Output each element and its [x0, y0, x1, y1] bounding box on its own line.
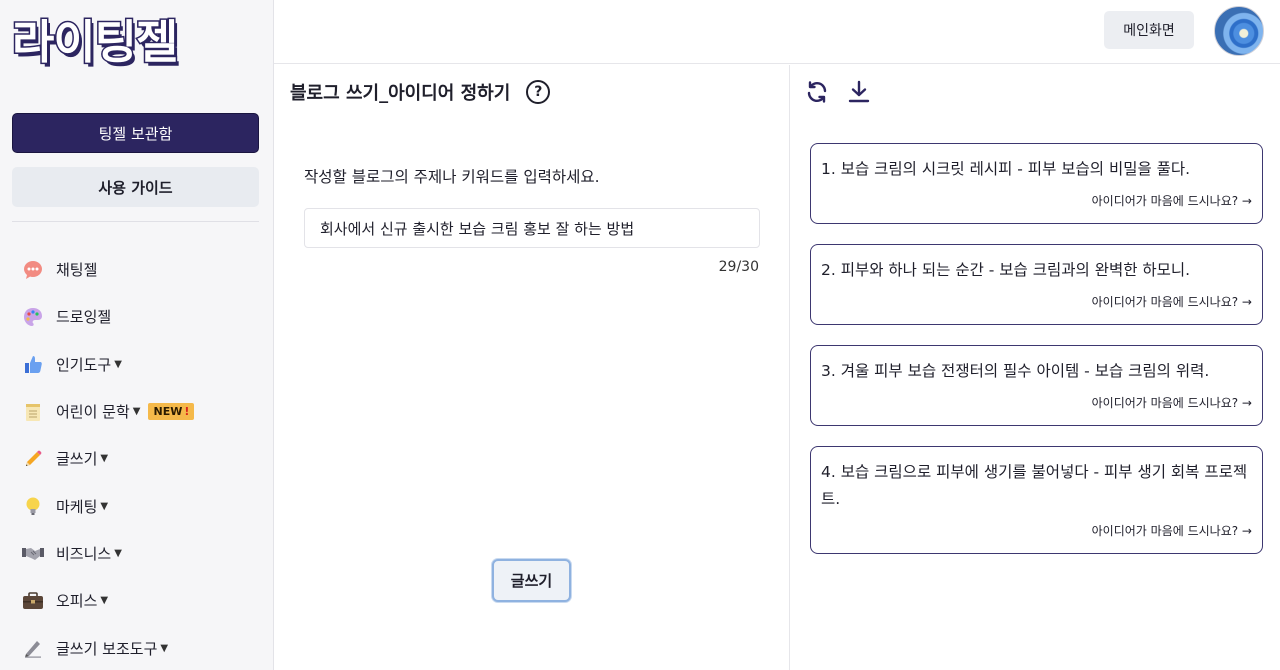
refresh-icon[interactable] — [804, 79, 830, 105]
chevron-down-icon: ▼ — [100, 453, 109, 465]
logo[interactable]: 라이팅젤 — [11, 14, 212, 71]
idea-text: 1. 보습 크림의 시크릿 레시피 - 피부 보습의 비밀을 풀다. — [821, 160, 1191, 178]
idea-text: 4. 보습 크림으로 피부에 생기를 불어넣다 - 피부 생기 회복 프로젝트. — [821, 463, 1248, 508]
chat-bubble-icon — [22, 259, 44, 281]
chevron-down-icon: ▼ — [132, 406, 141, 418]
help-icon[interactable]: ? — [526, 80, 551, 104]
sidebar-nav: 채팅젤 드로잉젤 인기도구 ▼ 어린이 문학 ▼ NEW! 글쓰기 ▼ 마케팅 … — [22, 246, 262, 670]
page-title: 블로그 쓰기_아이디어 정하기 — [290, 83, 511, 104]
sidebar: 라이팅젤 팅젤 보관함 사용 가이드 채팅젤 드로잉젤 인기도구 ▼ 어린이 문… — [0, 0, 274, 670]
sidebar-item-label: 글쓰기 보조도구 — [56, 639, 158, 658]
pen-icon — [22, 637, 44, 659]
archive-button[interactable]: 팅젤 보관함 — [12, 113, 259, 153]
sidebar-item-label: 어린이 문학 — [56, 403, 130, 422]
idea-card[interactable]: 3. 겨울 피부 보습 전쟁터의 필수 아이템 - 보습 크림의 위력. 아이디… — [810, 345, 1263, 426]
input-panel: 블로그 쓰기_아이디어 정하기 ? 작성할 블로그의 주제나 키워드를 입력하세… — [274, 65, 790, 670]
badge-text: NEW — [153, 405, 183, 419]
idea-cards: 1. 보습 크림의 시크릿 레시피 - 피부 보습의 비밀을 풀다. 아이디어가… — [810, 143, 1263, 574]
idea-feedback-link[interactable]: 아이디어가 마음에 드시나요? → — [821, 192, 1252, 209]
chevron-down-icon: ▼ — [114, 358, 122, 370]
sidebar-item-children-literature[interactable]: 어린이 문학 ▼ NEW! — [22, 388, 262, 435]
chevron-down-icon: ▼ — [100, 500, 109, 512]
logo-text: 라이팅젤 — [11, 14, 180, 71]
character-counter: 29/30 — [718, 259, 759, 275]
idea-feedback-link[interactable]: 아이디어가 마음에 드시나요? → — [821, 293, 1252, 310]
sidebar-item-business[interactable]: 비즈니스 ▼ — [22, 530, 262, 577]
write-button[interactable]: 글쓰기 — [492, 559, 571, 602]
prompt-label: 작성할 블로그의 주제나 키워드를 입력하세요. — [304, 168, 600, 186]
sidebar-item-label: 글쓰기 — [56, 450, 98, 469]
idea-text: 2. 피부와 하나 되는 순간 - 보습 크림과의 완벽한 하모니. — [821, 261, 1191, 279]
light-bulb-icon — [22, 495, 44, 517]
sidebar-item-label: 오피스 — [56, 592, 98, 611]
sidebar-item-office[interactable]: 오피스 ▼ — [22, 577, 262, 624]
chevron-down-icon: ▼ — [100, 595, 109, 607]
sidebar-item-marketing[interactable]: 마케팅 ▼ — [22, 482, 262, 529]
topic-input[interactable]: 회사에서 신규 출시한 보습 크림 홍보 잘 하는 방법 — [304, 208, 760, 248]
sidebar-item-label: 마케팅 — [56, 497, 98, 516]
idea-card[interactable]: 2. 피부와 하나 되는 순간 - 보습 크림과의 완벽한 하모니. 아이디어가… — [810, 244, 1263, 325]
download-icon[interactable] — [846, 79, 872, 105]
sidebar-item-writing[interactable]: 글쓰기 ▼ — [22, 435, 262, 482]
handshake-icon — [22, 542, 44, 564]
home-button[interactable]: 메인화면 — [1104, 11, 1194, 49]
idea-card[interactable]: 4. 보습 크림으로 피부에 생기를 불어넣다 - 피부 생기 회복 프로젝트.… — [810, 446, 1263, 554]
briefcase-icon — [22, 590, 44, 612]
sidebar-item-label: 인기도구 — [56, 355, 112, 374]
new-badge: NEW! — [148, 403, 195, 421]
sidebar-item-label: 채팅젤 — [56, 261, 98, 280]
idea-feedback-link[interactable]: 아이디어가 마음에 드시나요? → — [821, 522, 1252, 539]
avatar[interactable] — [1214, 6, 1264, 56]
idea-card[interactable]: 1. 보습 크림의 시크릿 레시피 - 피부 보습의 비밀을 풀다. 아이디어가… — [810, 143, 1263, 224]
title-row: 블로그 쓰기_아이디어 정하기 ? — [290, 79, 551, 105]
sidebar-item-drawing[interactable]: 드로잉젤 — [22, 293, 262, 340]
sidebar-item-chatting[interactable]: 채팅젤 — [22, 246, 262, 293]
sidebar-item-writing-assistant[interactable]: 글쓰기 보조도구 ▼ — [22, 624, 262, 670]
chevron-down-icon: ▼ — [160, 642, 169, 654]
notepad-icon — [22, 401, 44, 423]
thumbs-up-icon — [22, 353, 44, 375]
chevron-down-icon: ▼ — [114, 547, 122, 559]
sidebar-divider — [12, 221, 259, 222]
results-panel: 1. 보습 크림의 시크릿 레시피 - 피부 보습의 비밀을 풀다. 아이디어가… — [791, 65, 1280, 670]
sidebar-item-label: 비즈니스 — [56, 544, 112, 563]
sidebar-item-label: 드로잉젤 — [56, 308, 112, 327]
guide-button[interactable]: 사용 가이드 — [12, 167, 259, 207]
pencil-icon — [22, 448, 44, 470]
top-bar: 메인화면 — [274, 0, 1280, 64]
idea-text: 3. 겨울 피부 보습 전쟁터의 필수 아이템 - 보습 크림의 위력. — [821, 362, 1210, 380]
palette-icon — [22, 306, 44, 328]
sidebar-item-popular-tools[interactable]: 인기도구 ▼ — [22, 341, 262, 388]
idea-feedback-link[interactable]: 아이디어가 마음에 드시나요? → — [821, 394, 1252, 411]
exclamation-icon: ! — [184, 405, 190, 419]
